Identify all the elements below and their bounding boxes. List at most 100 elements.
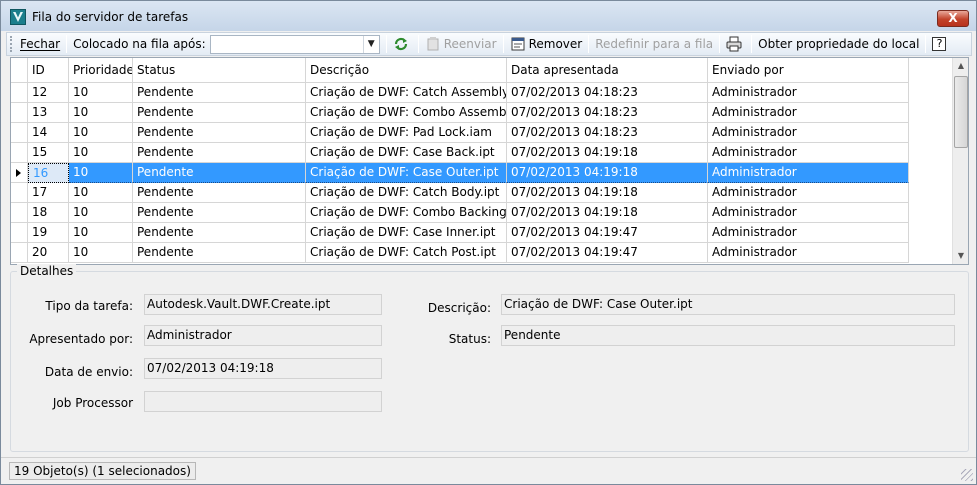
table-cell-priority[interactable]: 10	[69, 143, 133, 163]
row-header[interactable]	[11, 103, 28, 123]
table-cell-date[interactable]: 07/02/2013 04:19:47	[507, 243, 708, 263]
table-cell-sender[interactable]: Administrador	[708, 123, 909, 143]
row-header[interactable]	[11, 203, 28, 223]
table-cell-status[interactable]: Pendente	[133, 163, 306, 183]
table-cell-id[interactable]: 17	[28, 183, 69, 203]
column-header-id[interactable]: ID	[28, 58, 69, 83]
table-cell-sender[interactable]: Administrador	[708, 243, 909, 263]
table-cell-status[interactable]: Pendente	[133, 223, 306, 243]
reset-to-queue-button[interactable]: Redefinir para a fila	[591, 34, 717, 54]
column-header-sender[interactable]: Enviado por	[708, 58, 909, 83]
table-cell-status[interactable]: Pendente	[133, 183, 306, 203]
table-cell-description[interactable]: Criação de DWF: Combo Backing P...	[306, 203, 507, 223]
table-row[interactable]: 14 10 Pendente Criação de DWF: Pad Lock.iam…	[11, 123, 909, 143]
table-cell-priority[interactable]: 10	[69, 223, 133, 243]
table-row[interactable]: 12 10 Pendente Criação de DWF: Catch Assemb…	[11, 83, 909, 103]
get-location-property-button[interactable]: Obter propriedade do local	[754, 34, 923, 54]
table-cell-priority[interactable]: 10	[69, 123, 133, 143]
remove-button[interactable]: Remover	[506, 34, 587, 54]
table-row[interactable]: 17 10 Pendente Criação de DWF: Catch Body.i…	[11, 183, 909, 203]
table-cell-id[interactable]: 20	[28, 243, 69, 263]
table-cell-id[interactable]: 18	[28, 203, 69, 223]
column-header-status[interactable]: Status	[133, 58, 306, 83]
table-cell-date[interactable]: 07/02/2013 04:19:18	[507, 163, 708, 183]
table-cell-description[interactable]: Criação de DWF: Case Outer.ipt	[306, 163, 507, 183]
vertical-scrollbar[interactable]: ▲ ▼	[952, 58, 968, 264]
close-button[interactable]: Fechar	[16, 34, 64, 54]
table-cell-date[interactable]: 07/02/2013 04:18:23	[507, 103, 708, 123]
row-header[interactable]	[11, 183, 28, 203]
table-cell-status[interactable]: Pendente	[133, 243, 306, 263]
table-cell-description[interactable]: Criação de DWF: Catch Post.ipt	[306, 243, 507, 263]
scroll-up-icon[interactable]: ▲	[953, 58, 968, 74]
table-cell-sender[interactable]: Administrador	[708, 83, 909, 103]
row-header[interactable]	[11, 163, 28, 183]
table-cell-date[interactable]: 07/02/2013 04:19:18	[507, 183, 708, 203]
column-header-date[interactable]: Data apresentada	[507, 58, 708, 83]
table-cell-id[interactable]: 13	[28, 103, 69, 123]
table-row[interactable]: 13 10 Pendente Criação de DWF: Combo Assemb…	[11, 103, 909, 123]
scroll-down-icon[interactable]: ▼	[953, 248, 968, 264]
table-cell-sender[interactable]: Administrador	[708, 183, 909, 203]
table-cell-priority[interactable]: 10	[69, 103, 133, 123]
table-cell-id[interactable]: 19	[28, 223, 69, 243]
table-cell-description[interactable]: Criação de DWF: Case Back.ipt	[306, 143, 507, 163]
chevron-down-icon[interactable]: ▼	[362, 35, 379, 53]
row-header[interactable]	[11, 223, 28, 243]
table-cell-priority[interactable]: 10	[69, 183, 133, 203]
table-cell-date[interactable]: 07/02/2013 04:19:18	[507, 203, 708, 223]
job-processor-field[interactable]	[144, 391, 382, 412]
table-cell-sender[interactable]: Administrador	[708, 203, 909, 223]
table-cell-date[interactable]: 07/02/2013 04:19:18	[507, 143, 708, 163]
table-cell-priority[interactable]: 10	[69, 83, 133, 103]
refresh-button[interactable]	[389, 34, 416, 54]
table-cell-priority[interactable]: 10	[69, 203, 133, 223]
table-cell-status[interactable]: Pendente	[133, 103, 306, 123]
table-row[interactable]: 15 10 Pendente Criação de DWF: Case Back.ip…	[11, 143, 909, 163]
table-cell-sender[interactable]: Administrador	[708, 103, 909, 123]
help-button[interactable]: ?	[928, 34, 950, 54]
table-cell-status[interactable]: Pendente	[133, 203, 306, 223]
table-row[interactable]: 20 10 Pendente Criação de DWF: Catch Post.i…	[11, 243, 909, 263]
row-header[interactable]	[11, 83, 28, 103]
table-row[interactable]: 18 10 Pendente Criação de DWF: Combo Backin…	[11, 203, 909, 223]
table-cell-description[interactable]: Criação de DWF: Combo Assembly...	[306, 103, 507, 123]
table-cell-description[interactable]: Criação de DWF: Pad Lock.iam	[306, 123, 507, 143]
table-cell-status[interactable]: Pendente	[133, 123, 306, 143]
resize-grip-icon[interactable]	[961, 469, 973, 481]
table-cell-date[interactable]: 07/02/2013 04:18:23	[507, 123, 708, 143]
column-header-description[interactable]: Descrição	[306, 58, 507, 83]
description-field[interactable]: Criação de DWF: Case Outer.ipt	[501, 294, 955, 315]
table-cell-id[interactable]: 16	[28, 163, 69, 183]
close-window-button[interactable]: X	[937, 10, 969, 27]
status-field[interactable]: Pendente	[501, 325, 955, 346]
table-row[interactable]: 19 10 Pendente Criação de DWF: Case Inner.i…	[11, 223, 909, 243]
table-cell-description[interactable]: Criação de DWF: Catch Assembly.i...	[306, 83, 507, 103]
table-cell-sender[interactable]: Administrador	[708, 143, 909, 163]
table-cell-id[interactable]: 14	[28, 123, 69, 143]
column-header-priority[interactable]: Prioridade	[69, 58, 133, 83]
queued-after-dropdown[interactable]: ▼	[209, 34, 380, 54]
row-header[interactable]	[11, 123, 28, 143]
table-cell-date[interactable]: 07/02/2013 04:18:23	[507, 83, 708, 103]
table-cell-priority[interactable]: 10	[69, 243, 133, 263]
table-cell-description[interactable]: Criação de DWF: Case Inner.ipt	[306, 223, 507, 243]
submitted-by-field[interactable]: Administrador	[144, 325, 382, 346]
table-cell-description[interactable]: Criação de DWF: Catch Body.ipt	[306, 183, 507, 203]
send-date-field[interactable]: 07/02/2013 04:19:18	[144, 358, 382, 379]
row-header[interactable]	[11, 243, 28, 263]
print-button[interactable]	[722, 34, 749, 54]
table-cell-priority[interactable]: 10	[69, 163, 133, 183]
table-cell-sender[interactable]: Administrador	[708, 163, 909, 183]
task-type-field[interactable]: Autodesk.Vault.DWF.Create.ipt	[144, 294, 382, 315]
resubmit-button[interactable]: Reenviar	[421, 34, 501, 54]
table-cell-date[interactable]: 07/02/2013 04:19:47	[507, 223, 708, 243]
table-cell-sender[interactable]: Administrador	[708, 223, 909, 243]
row-header[interactable]	[11, 143, 28, 163]
scrollbar-thumb[interactable]	[954, 76, 968, 148]
table-cell-status[interactable]: Pendente	[133, 143, 306, 163]
table-cell-status[interactable]: Pendente	[133, 83, 306, 103]
table-row[interactable]: 16 10 Pendente Criação de DWF: Case Outer.i…	[11, 163, 909, 183]
table-cell-id[interactable]: 15	[28, 143, 69, 163]
table-cell-id[interactable]: 12	[28, 83, 69, 103]
